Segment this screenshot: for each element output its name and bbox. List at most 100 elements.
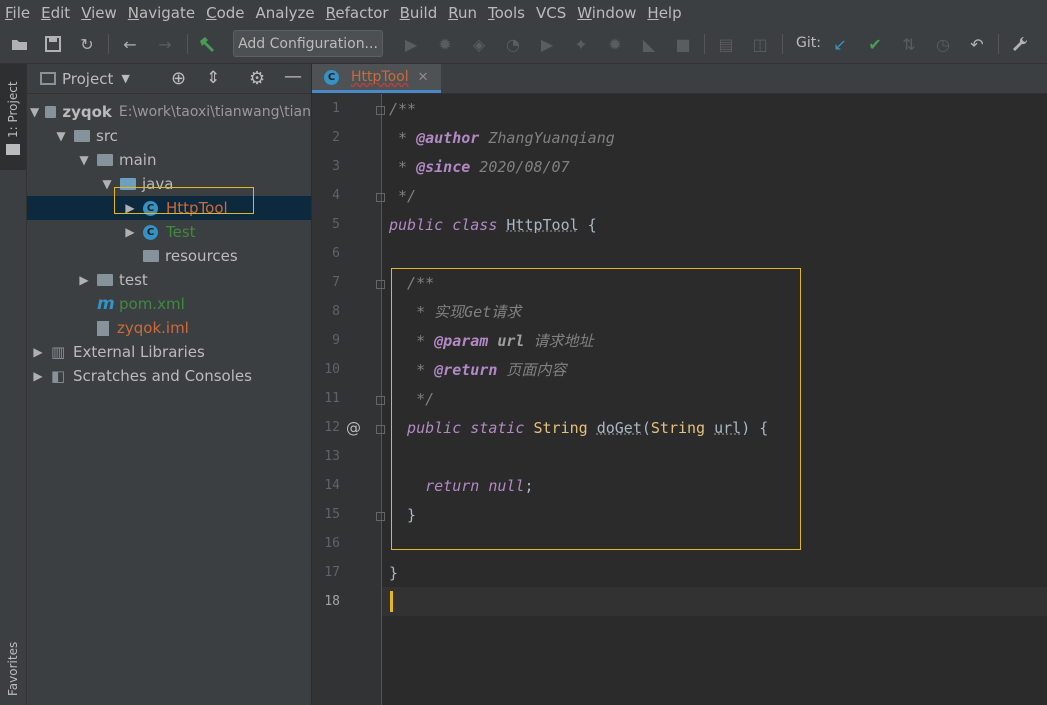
chevron-right-icon[interactable]: ▶ <box>31 369 45 383</box>
project-view-selector[interactable]: Project <box>62 70 113 88</box>
menu-item[interactable]: Build <box>395 4 444 22</box>
code-line: * @param url 请求地址 <box>389 331 594 351</box>
favorites-tool-tab[interactable]: Favorites <box>0 636 26 702</box>
save-all-icon[interactable] <box>43 34 63 54</box>
run-dashboard-icon[interactable]: ▶ <box>537 34 557 54</box>
add-configuration-button[interactable]: Add Configuration... <box>233 30 383 57</box>
git-label: Git: <box>796 35 821 51</box>
settings-wrench-icon[interactable] <box>1010 34 1030 54</box>
git-compare-icon[interactable]: ⇅ <box>899 34 919 54</box>
chevron-right-icon[interactable]: ▶ <box>77 273 91 287</box>
coverage-icon[interactable]: ◈ <box>469 34 489 54</box>
line-number: 6 <box>332 246 340 261</box>
line-number: 15 <box>324 507 340 522</box>
rollback-icon[interactable]: ↶ <box>967 34 987 54</box>
java-class-icon: C <box>324 69 339 85</box>
menu-item[interactable]: File <box>0 4 36 22</box>
sync-icon[interactable]: ↻ <box>77 34 97 54</box>
tree-item[interactable]: ▼ src <box>27 124 311 148</box>
chevron-down-icon[interactable]: ▼ <box>100 177 114 191</box>
menu-item[interactable]: Refactor <box>321 4 395 22</box>
left-tool-strip: 1: Project Favorites <box>0 64 27 705</box>
scratches-icon: ◧ <box>51 367 66 385</box>
menu-item[interactable]: Code <box>201 4 250 22</box>
libraries-icon: ▥ <box>51 343 66 361</box>
menu-item[interactable]: Window <box>572 4 642 22</box>
project-panel-header: Project ▼ ⊕ ⇕ ⚙ — <box>27 64 311 94</box>
editor-tab-bar: C HttpTool ✕ <box>312 64 1047 94</box>
chevron-right-icon[interactable]: ▶ <box>123 225 137 239</box>
project-tool-tab-label: 1: Project <box>6 81 20 139</box>
override-marker-icon[interactable]: @ <box>346 419 361 437</box>
code-line: */ <box>389 186 417 205</box>
stop-icon[interactable]: ■ <box>673 34 693 54</box>
editor-tab-label: HttpTool <box>351 69 409 85</box>
tree-item-path: E:\work\taoxi\tianwang\tian <box>118 104 311 120</box>
git-history-icon[interactable]: ◷ <box>933 34 953 54</box>
menu-item[interactable]: Analyze <box>251 4 321 22</box>
debug-icon[interactable]: ✹ <box>435 34 455 54</box>
line-number: 10 <box>324 362 340 377</box>
tree-item[interactable]: ▼ zyqok E:\work\taoxi\tianwang\tian <box>27 100 311 124</box>
project-folder-icon <box>6 144 20 155</box>
tree-item[interactable]: ▶ test <box>27 268 311 292</box>
editor-gutter: @ 1 2 3 4 5 6 7 8 9 10 11 12 13 14 15 16 17 18 <box>312 94 385 705</box>
menu-item[interactable]: VCS <box>531 4 572 22</box>
line-number: 17 <box>324 565 340 580</box>
close-icon[interactable]: ✕ <box>418 70 429 85</box>
sdk-icon[interactable]: ◫ <box>750 34 770 54</box>
tree-item-label: Test <box>166 223 196 241</box>
build-hammer-icon[interactable] <box>197 34 217 54</box>
chevron-down-icon[interactable]: ▼ <box>30 105 40 119</box>
locate-target-icon[interactable]: ⊕ <box>171 68 186 89</box>
deploy-icon[interactable]: ◣ <box>639 34 659 54</box>
chevron-down-icon[interactable]: ▼ <box>54 129 68 143</box>
chevron-down-icon[interactable]: ▼ <box>121 72 129 85</box>
line-number: 13 <box>324 449 340 464</box>
tree-item[interactable]: resources <box>27 244 311 268</box>
tree-item[interactable]: ▼ main <box>27 148 311 172</box>
menu-item[interactable]: Navigate <box>123 4 201 22</box>
editor-area: C HttpTool ✕ @ 1 2 3 4 5 6 7 8 9 10 11 12 13 14 15 16 17… <box>312 64 1047 705</box>
chevron-right-icon[interactable]: ▶ <box>31 345 45 359</box>
git-update-icon[interactable]: ↙ <box>830 34 850 54</box>
code-line: * @since 2020/08/07 <box>389 157 570 176</box>
editor-tab-httptool[interactable]: C HttpTool ✕ <box>312 64 441 93</box>
code-line: * 实现Get请求 <box>389 303 522 321</box>
hide-panel-icon[interactable]: — <box>284 66 302 87</box>
profile-icon[interactable]: ◔ <box>503 34 523 54</box>
open-folder-icon[interactable] <box>10 34 30 54</box>
line-number: 7 <box>332 275 340 290</box>
project-structure-icon[interactable]: ▤ <box>716 34 736 54</box>
tree-item[interactable]: ▶ ◧ Scratches and Consoles <box>27 364 311 388</box>
folder-icon <box>74 130 90 142</box>
tree-item-label: test <box>119 271 148 289</box>
menu-item[interactable]: Run <box>443 4 483 22</box>
attach-debugger-icon[interactable]: ✦ <box>571 34 591 54</box>
chevron-down-icon[interactable]: ▼ <box>77 153 91 167</box>
tree-item-label: resources <box>165 247 238 265</box>
menu-item[interactable]: Tools <box>483 4 531 22</box>
tree-item[interactable]: zyqok.iml <box>27 316 311 340</box>
menu-item[interactable]: Help <box>642 4 687 22</box>
tree-item[interactable]: m pom.xml <box>27 292 311 316</box>
project-tool-tab[interactable]: 1: Project <box>0 70 26 150</box>
back-icon[interactable]: ← <box>120 34 140 54</box>
line-number: 9 <box>332 333 340 348</box>
git-commit-icon[interactable]: ✔ <box>865 34 885 54</box>
gear-icon[interactable]: ⚙ <box>249 68 265 89</box>
tree-item[interactable]: ▶ C Test <box>27 220 311 244</box>
code-area[interactable]: /** * @author ZhangYuanqiang * @since 20… <box>382 94 1047 705</box>
code-line: * @author ZhangYuanqiang <box>389 128 615 147</box>
collapse-all-icon[interactable]: ⇕ <box>206 68 220 88</box>
run-icon[interactable]: ▶ <box>401 34 421 54</box>
tree-item[interactable]: ▶ ▥ External Libraries <box>27 340 311 364</box>
tree-item-label: External Libraries <box>73 343 205 361</box>
tree-item-label: src <box>96 127 118 145</box>
menu-item[interactable]: View <box>76 4 123 22</box>
forward-icon[interactable]: → <box>155 34 175 54</box>
search-everywhere-icon[interactable] <box>1038 34 1047 54</box>
menu-item[interactable]: Edit <box>36 4 76 22</box>
debug-attach-icon[interactable]: ✹ <box>605 34 625 54</box>
code-line: public static String doGet(String url) { <box>389 418 769 437</box>
